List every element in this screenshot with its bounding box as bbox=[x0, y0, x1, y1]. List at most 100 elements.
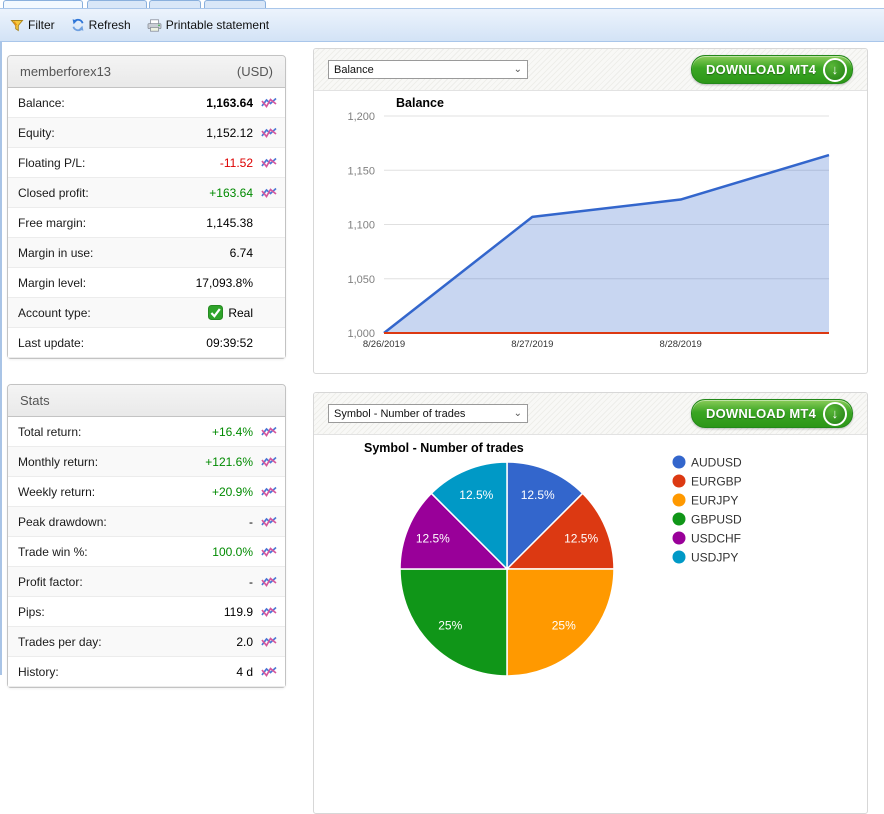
svg-text:12.5%: 12.5% bbox=[521, 488, 555, 502]
row-chart-icon[interactable] bbox=[253, 456, 277, 468]
symbol-pie-chart: 12.5%12.5%25%25%12.5%12.5%AUDUSDEURGBPEU… bbox=[314, 435, 867, 678]
tab-4[interactable] bbox=[204, 0, 266, 8]
row-value: +121.6% bbox=[205, 455, 253, 469]
row-label: Peak drawdown: bbox=[18, 515, 249, 529]
stats-row: Pips:119.9 bbox=[8, 597, 285, 627]
row-value: 17,093.8% bbox=[196, 276, 253, 290]
stats-row: Monthly return:+121.6% bbox=[8, 447, 285, 477]
row-chart-icon[interactable] bbox=[253, 516, 277, 528]
row-value: 09:39:52 bbox=[206, 336, 253, 350]
download-arrow-icon: ↓ bbox=[823, 58, 847, 82]
printable-statement-button[interactable]: Printable statement bbox=[147, 18, 269, 32]
svg-text:AUDUSD: AUDUSD bbox=[691, 456, 742, 470]
account-panel-header: memberforex13 (USD) bbox=[8, 56, 285, 88]
account-row: Closed profit:+163.64 bbox=[8, 178, 285, 208]
svg-text:12.5%: 12.5% bbox=[459, 488, 493, 502]
tab-2[interactable] bbox=[87, 0, 147, 8]
svg-text:EURJPY: EURJPY bbox=[691, 494, 738, 508]
symbol-select-value: Symbol - Number of trades bbox=[334, 408, 465, 420]
row-label: Free margin: bbox=[18, 216, 206, 230]
main-content: memberforex13 (USD) Balance:1,163.64 Equi… bbox=[0, 42, 884, 675]
row-value: 1,152.12 bbox=[206, 126, 253, 140]
checkmark-icon bbox=[208, 305, 223, 320]
row-value: +16.4% bbox=[212, 425, 253, 439]
row-chart-icon[interactable] bbox=[253, 426, 277, 438]
chevron-down-icon: ⌄ bbox=[514, 65, 522, 75]
balance-area-chart: 1,0001,0501,1001,1501,2008/26/20198/27/2… bbox=[314, 91, 867, 371]
row-label: Profit factor: bbox=[18, 575, 249, 589]
account-row: Last update:09:39:52 bbox=[8, 328, 285, 358]
stats-panel: Stats Total return:+16.4%Monthly return:… bbox=[7, 384, 286, 688]
account-row: Floating P/L:-11.52 bbox=[8, 148, 285, 178]
row-chart-icon[interactable] bbox=[253, 157, 277, 169]
refresh-button[interactable]: Refresh bbox=[71, 18, 131, 32]
row-label: Total return: bbox=[18, 425, 212, 439]
row-chart-icon[interactable] bbox=[253, 127, 277, 139]
row-chart-icon[interactable] bbox=[253, 187, 277, 199]
svg-text:1,050: 1,050 bbox=[347, 274, 375, 286]
tab-3[interactable] bbox=[149, 0, 201, 8]
row-label: Margin level: bbox=[18, 276, 196, 290]
svg-text:1,200: 1,200 bbox=[347, 111, 375, 123]
row-value: 6.74 bbox=[230, 246, 253, 260]
svg-text:1,150: 1,150 bbox=[347, 165, 375, 177]
row-value: +20.9% bbox=[212, 485, 253, 499]
row-label: Trade win %: bbox=[18, 545, 212, 559]
stats-rows: Total return:+16.4% Monthly return:+121.6… bbox=[8, 417, 285, 687]
account-currency: (USD) bbox=[237, 64, 273, 79]
row-chart-icon[interactable] bbox=[253, 546, 277, 558]
account-row: Free margin:1,145.38 bbox=[8, 208, 285, 238]
svg-text:8/28/2019: 8/28/2019 bbox=[660, 339, 702, 350]
row-label: Account type: bbox=[18, 306, 208, 320]
download-mt4-button-2[interactable]: DOWNLOAD MT4 ↓ bbox=[691, 399, 853, 428]
svg-text:USDJPY: USDJPY bbox=[691, 551, 738, 565]
account-rows: Balance:1,163.64 Equity:1,152.12 Floating … bbox=[8, 88, 285, 358]
balance-chart-select[interactable]: Balance ⌄ bbox=[328, 60, 528, 79]
account-row: Margin level:17,093.8% bbox=[8, 268, 285, 298]
row-chart-icon[interactable] bbox=[253, 486, 277, 498]
filter-button[interactable]: Filter bbox=[10, 18, 55, 32]
legend-item: USDJPY bbox=[673, 551, 739, 565]
right-column: Balance ⌄ DOWNLOAD MT4 ↓ 1,0001,0501,100… bbox=[313, 48, 868, 675]
svg-text:8/26/2019: 8/26/2019 bbox=[363, 339, 405, 350]
download-mt4-button[interactable]: DOWNLOAD MT4 ↓ bbox=[691, 55, 853, 84]
row-value: Real bbox=[208, 305, 253, 320]
row-value: 1,163.64 bbox=[206, 96, 253, 110]
chevron-down-icon: ⌄ bbox=[514, 409, 522, 419]
balance-select-value: Balance bbox=[334, 64, 374, 76]
row-label: Floating P/L: bbox=[18, 156, 220, 170]
tab-1[interactable] bbox=[3, 0, 83, 8]
row-chart-icon[interactable] bbox=[253, 97, 277, 109]
account-row: Account type:Real bbox=[8, 298, 285, 328]
legend-item: GBPUSD bbox=[673, 513, 743, 527]
legend-item: EURGBP bbox=[673, 475, 742, 489]
svg-text:USDCHF: USDCHF bbox=[691, 532, 741, 546]
svg-text:Symbol - Number of trades: Symbol - Number of trades bbox=[364, 441, 524, 455]
row-label: Equity: bbox=[18, 126, 206, 140]
stats-row: Trade win %:100.0% bbox=[8, 537, 285, 567]
row-chart-icon[interactable] bbox=[253, 576, 277, 588]
account-info-panel: memberforex13 (USD) Balance:1,163.64 Equi… bbox=[7, 55, 286, 359]
download-mt4-label-2: DOWNLOAD MT4 bbox=[706, 406, 816, 421]
row-chart-icon[interactable] bbox=[253, 666, 277, 678]
filter-label: Filter bbox=[28, 18, 55, 32]
filter-icon bbox=[10, 19, 24, 32]
svg-text:12.5%: 12.5% bbox=[564, 531, 598, 545]
legend-item: USDCHF bbox=[673, 532, 742, 546]
account-row: Balance:1,163.64 bbox=[8, 88, 285, 118]
balance-chart-toolbar: Balance ⌄ DOWNLOAD MT4 ↓ bbox=[314, 49, 867, 91]
svg-text:EURGBP: EURGBP bbox=[691, 475, 742, 489]
symbol-pie-panel: Symbol - Number of trades ⌄ DOWNLOAD MT4… bbox=[313, 392, 868, 814]
legend-item: AUDUSD bbox=[673, 456, 743, 470]
svg-text:25%: 25% bbox=[438, 619, 462, 633]
toolbar: Filter Refresh Printable statement bbox=[0, 8, 884, 42]
svg-text:GBPUSD: GBPUSD bbox=[691, 513, 742, 527]
symbol-pie-select[interactable]: Symbol - Number of trades ⌄ bbox=[328, 404, 528, 423]
row-value: +163.64 bbox=[209, 186, 253, 200]
legend-item: EURJPY bbox=[673, 494, 739, 508]
row-chart-icon[interactable] bbox=[253, 636, 277, 648]
row-chart-icon[interactable] bbox=[253, 606, 277, 618]
stats-row: Weekly return:+20.9% bbox=[8, 477, 285, 507]
stats-row: Trades per day:2.0 bbox=[8, 627, 285, 657]
svg-text:Balance: Balance bbox=[396, 96, 444, 110]
